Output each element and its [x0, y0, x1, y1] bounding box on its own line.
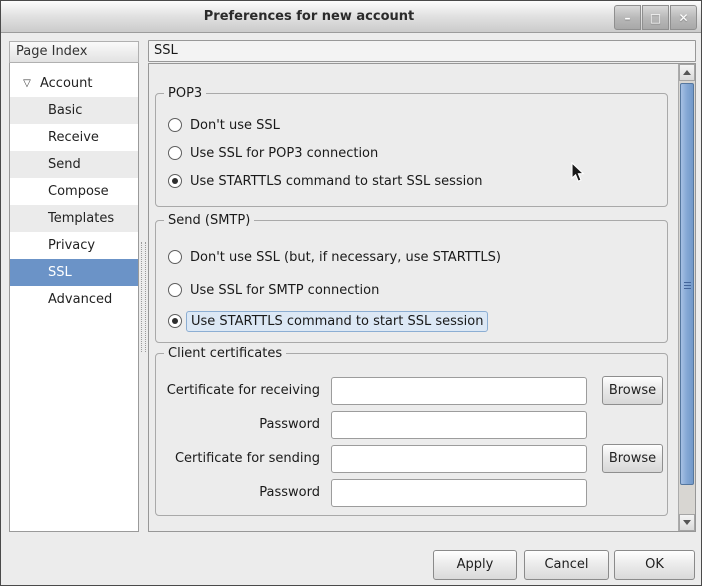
arrow-up-icon — [683, 70, 691, 75]
radio-smtp-use-ssl[interactable]: Use SSL for SMTP connection — [168, 279, 379, 301]
password-sending-label: Password — [160, 479, 320, 507]
page-title: SSL — [148, 40, 696, 62]
sidebar-item-compose[interactable]: Compose — [10, 178, 138, 205]
settings-content: POP3 Don't use SSL Use SSL for POP3 conn… — [149, 64, 678, 531]
sidebar-item-receive[interactable]: Receive — [10, 124, 138, 151]
sidebar-item-send[interactable]: Send — [10, 151, 138, 178]
sidebar-item-advanced[interactable]: Advanced — [10, 286, 138, 313]
mouse-cursor-icon — [571, 162, 585, 183]
radio-label: Don't use SSL — [190, 118, 280, 133]
page-index-header[interactable]: Page Index — [9, 41, 139, 63]
client-certificates-group: Client certificates Certificate for rece… — [155, 353, 668, 516]
certificate-sending-input[interactable] — [331, 445, 587, 473]
apply-button[interactable]: Apply — [433, 550, 517, 580]
pane-resize-handle[interactable] — [141, 242, 146, 352]
vertical-scrollbar[interactable] — [678, 64, 695, 531]
radio-unselected-icon — [168, 146, 182, 160]
sidebar-item-basic[interactable]: Basic — [10, 97, 138, 124]
radio-label-focused: Use STARTTLS command to start SSL sessio… — [186, 311, 488, 332]
pop3-group: POP3 Don't use SSL Use SSL for POP3 conn… — [155, 93, 668, 207]
radio-pop3-starttls[interactable]: Use STARTTLS command to start SSL sessio… — [168, 170, 482, 192]
preferences-dialog: Preferences for new account – □ ✕ Page I… — [0, 0, 702, 586]
radio-pop3-dont-use-ssl[interactable]: Don't use SSL — [168, 114, 280, 136]
pop3-group-legend: POP3 — [164, 85, 206, 102]
radio-smtp-dont-use-ssl[interactable]: Don't use SSL (but, if necessary, use ST… — [168, 246, 501, 268]
radio-label: Use SSL for POP3 connection — [190, 146, 378, 161]
certificate-receiving-input[interactable] — [331, 377, 587, 405]
sidebar-item-label: Privacy — [48, 238, 95, 253]
window-controls: – □ ✕ — [613, 5, 697, 30]
radio-selected-icon — [168, 314, 182, 328]
close-button[interactable]: ✕ — [670, 5, 697, 30]
ok-button[interactable]: OK — [614, 550, 695, 580]
sidebar-item-ssl[interactable]: SSL — [10, 259, 138, 286]
window-title: Preferences for new account — [1, 1, 617, 33]
scroll-down-button[interactable] — [679, 514, 695, 531]
titlebar[interactable]: Preferences for new account – □ ✕ — [1, 1, 701, 33]
arrow-down-icon — [683, 520, 691, 525]
sidebar-item-privacy[interactable]: Privacy — [10, 232, 138, 259]
radio-label: Use STARTTLS command to start SSL sessio… — [190, 174, 482, 189]
radio-selected-icon — [168, 174, 182, 188]
browse-sending-button[interactable]: Browse — [602, 444, 663, 473]
sidebar-item-label: Account — [40, 76, 93, 91]
scrollbar-thumb[interactable] — [680, 83, 694, 485]
radio-unselected-icon — [168, 250, 182, 264]
expander-down-icon[interactable]: ▽ — [18, 70, 36, 97]
cancel-button[interactable]: Cancel — [524, 550, 609, 580]
smtp-group-legend: Send (SMTP) — [164, 212, 254, 229]
sidebar-item-label: Basic — [48, 103, 82, 118]
sidebar-item-label: SSL — [48, 265, 72, 280]
minimize-button[interactable]: – — [614, 5, 641, 30]
sidebar-item-templates[interactable]: Templates — [10, 205, 138, 232]
radio-unselected-icon — [168, 118, 182, 132]
password-receiving-input[interactable] — [331, 411, 587, 439]
scroll-up-button[interactable] — [679, 64, 695, 81]
smtp-group: Send (SMTP) Don't use SSL (but, if neces… — [155, 220, 668, 343]
certificate-receiving-label: Certificate for receiving — [160, 377, 320, 405]
radio-smtp-starttls[interactable]: Use STARTTLS command to start SSL sessio… — [168, 310, 488, 332]
password-receiving-label: Password — [160, 411, 320, 439]
certificate-sending-label: Certificate for sending — [160, 445, 320, 473]
radio-pop3-use-ssl[interactable]: Use SSL for POP3 connection — [168, 142, 378, 164]
close-icon: ✕ — [678, 11, 688, 25]
tree-top-spacer — [10, 63, 138, 70]
sidebar-item-label: Templates — [48, 211, 114, 226]
browse-receiving-button[interactable]: Browse — [602, 376, 663, 405]
radio-label: Don't use SSL (but, if necessary, use ST… — [190, 250, 501, 265]
sidebar-item-label: Compose — [48, 184, 109, 199]
sidebar-item-label: Advanced — [48, 292, 112, 307]
password-sending-input[interactable] — [331, 479, 587, 507]
page-index-tree: ▽ Account Basic Receive Send Compose Tem… — [9, 63, 139, 532]
minimize-icon: – — [625, 11, 631, 25]
sidebar-item-account[interactable]: ▽ Account — [10, 70, 138, 97]
client-certificates-legend: Client certificates — [164, 345, 286, 362]
settings-scroll-area: POP3 Don't use SSL Use SSL for POP3 conn… — [148, 63, 696, 532]
radio-label: Use SSL for SMTP connection — [190, 283, 379, 298]
sidebar-item-label: Send — [48, 157, 81, 172]
sidebar-item-label: Receive — [48, 130, 99, 145]
grip-icon — [684, 282, 691, 291]
radio-unselected-icon — [168, 283, 182, 297]
maximize-button[interactable]: □ — [642, 5, 669, 30]
maximize-icon: □ — [650, 11, 661, 25]
